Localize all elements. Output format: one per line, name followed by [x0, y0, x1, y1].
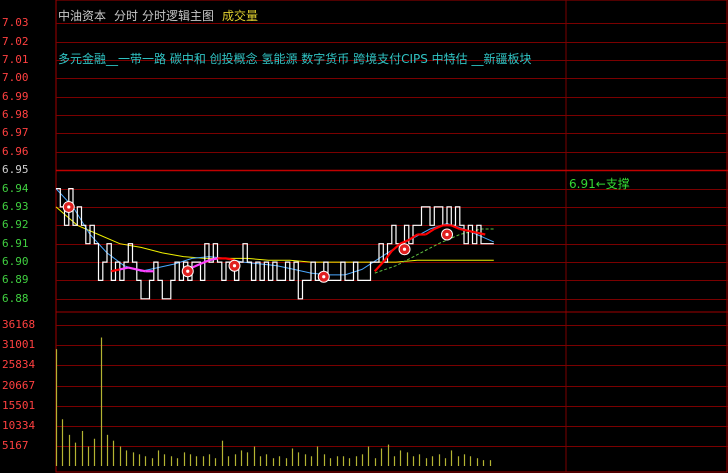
trend-segment — [128, 266, 137, 271]
signal-marker — [62, 200, 75, 213]
tab-volume[interactable]: 成交量 — [222, 7, 258, 24]
trend-segment — [468, 229, 477, 234]
price-tick-label: 7.02 — [2, 34, 29, 48]
price-tick-label: 6.91 — [2, 236, 29, 250]
signal-marker — [398, 243, 411, 256]
volume-tick-label: 20667 — [2, 378, 36, 392]
price-tick-label: 6.98 — [2, 108, 29, 122]
signal-marker-center — [322, 275, 326, 279]
tab-timeshare[interactable]: 分时 — [114, 7, 138, 24]
average-price-line — [55, 206, 494, 263]
signal-marker — [441, 228, 453, 241]
price-tick-label: 6.90 — [2, 255, 29, 269]
volume-tick-label: 36168 — [2, 318, 36, 332]
price-tick-label: 6.97 — [2, 126, 29, 140]
chart-canvas[interactable] — [0, 0, 728, 473]
signal-marker-center — [232, 264, 237, 268]
price-tick-label: 6.95 — [2, 163, 29, 177]
trend-segment — [476, 231, 486, 236]
volume-tick-label: 15501 — [2, 398, 36, 412]
concept-tags: 多元金融__一带一路 碳中和 创投概念 氢能源 数字货币 跨境支付CIPS 中特… — [58, 52, 532, 66]
volume-tick-label: 31001 — [2, 338, 36, 352]
price-lines — [55, 188, 495, 300]
price-tick-label: 6.92 — [2, 218, 29, 232]
trend-segment — [136, 268, 146, 273]
volume-tick-label: 10334 — [2, 418, 36, 432]
signal-marker — [181, 265, 194, 278]
price-tick-label: 6.88 — [2, 291, 29, 305]
signal-marker-center — [445, 232, 449, 237]
price-tick-label: 6.93 — [2, 199, 29, 213]
signal-markers — [62, 200, 453, 283]
signal-marker — [228, 259, 241, 272]
signal-marker — [317, 270, 330, 283]
tab-logic-main[interactable]: 分时逻辑主图 — [142, 7, 214, 24]
price-tick-label: 7.03 — [2, 16, 29, 30]
trend-segment — [425, 228, 435, 236]
stock-name: 中油资本 — [58, 9, 107, 23]
signal-marker-center — [186, 269, 190, 273]
support-label: 6.91←支撑 — [569, 177, 630, 191]
signal-marker-center — [67, 205, 71, 209]
price-tick-label: 6.96 — [2, 144, 29, 158]
trend-segment — [119, 266, 129, 271]
trend-segment — [191, 262, 201, 269]
trend-segment — [373, 261, 385, 272]
price-tick-label: 7.00 — [2, 71, 29, 85]
price-tick-label: 6.94 — [2, 181, 29, 195]
trend-segment — [459, 227, 469, 232]
price-tick-label: 6.89 — [2, 273, 29, 287]
signal-marker-center — [402, 247, 407, 251]
volume-tick-label: 25834 — [2, 358, 36, 372]
volume-tick-label: 5167 — [2, 438, 29, 452]
trend-segment — [111, 268, 120, 273]
price-tick-label: 6.99 — [2, 89, 29, 103]
price-tick-label: 7.01 — [2, 52, 29, 66]
